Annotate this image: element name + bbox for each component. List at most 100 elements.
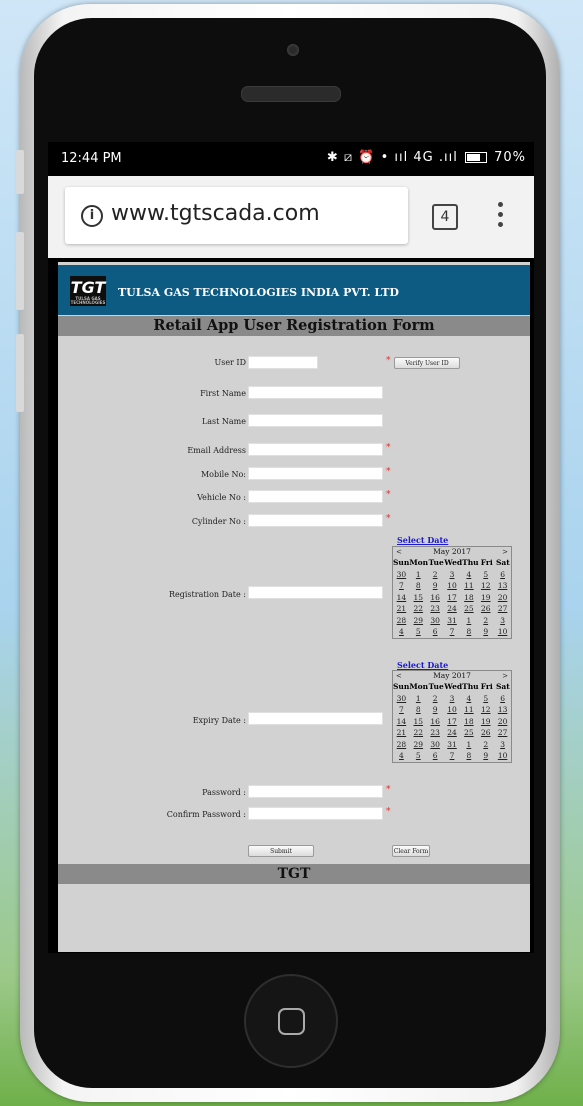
password-input[interactable] (248, 785, 383, 798)
calendar-day[interactable]: 10 (444, 704, 461, 716)
home-button[interactable] (244, 974, 338, 1068)
calendar-day[interactable]: 16 (427, 592, 444, 604)
calendar-day[interactable]: 19 (477, 592, 494, 604)
calendar-day[interactable]: 25 (460, 727, 477, 739)
calendar-day[interactable]: 5 (410, 750, 427, 762)
calendar-day[interactable]: 2 (477, 615, 494, 627)
expiry-prev-month-icon[interactable]: < (396, 671, 402, 681)
calendar-day[interactable]: 2 (427, 569, 444, 581)
info-icon[interactable]: i (81, 205, 103, 227)
calendar-day[interactable]: 22 (410, 727, 427, 739)
calendar-day[interactable]: 3 (494, 739, 511, 751)
calendar-day[interactable]: 15 (410, 716, 427, 728)
registration-date-input[interactable] (248, 586, 383, 599)
calendar-day[interactable]: 2 (477, 739, 494, 751)
calendar-day[interactable]: 29 (410, 739, 427, 751)
calendar-day[interactable]: 4 (460, 693, 477, 705)
calendar-day[interactable]: 3 (444, 569, 461, 581)
calendar-day[interactable]: 8 (460, 626, 477, 638)
calendar-day[interactable]: 29 (410, 615, 427, 627)
calendar-day[interactable]: 30 (427, 615, 444, 627)
calendar-day[interactable]: 28 (393, 615, 410, 627)
calendar-day[interactable]: 25 (460, 603, 477, 615)
calendar-day[interactable]: 11 (460, 704, 477, 716)
calendar-day[interactable]: 27 (494, 603, 511, 615)
calendar-day[interactable]: 13 (494, 580, 511, 592)
calendar-day[interactable]: 5 (477, 693, 494, 705)
calendar-day[interactable]: 6 (427, 750, 444, 762)
calendar-day[interactable]: 1 (410, 693, 427, 705)
calendar-day[interactable]: 6 (494, 693, 511, 705)
calendar-day[interactable]: 10 (444, 580, 461, 592)
calendar-day[interactable]: 24 (444, 727, 461, 739)
calendar-day[interactable]: 17 (444, 592, 461, 604)
calendar-day[interactable]: 23 (427, 603, 444, 615)
calendar-day[interactable]: 1 (460, 739, 477, 751)
calendar-day[interactable]: 30 (393, 693, 410, 705)
calendar-day[interactable]: 4 (393, 750, 410, 762)
clear-form-button[interactable]: Clear Form (392, 845, 430, 857)
calendar-day[interactable]: 1 (460, 615, 477, 627)
expiry-date-input[interactable] (248, 712, 383, 725)
calendar-day[interactable]: 8 (410, 580, 427, 592)
last-name-input[interactable] (248, 414, 383, 427)
calendar-day[interactable]: 17 (444, 716, 461, 728)
calendar-day[interactable]: 16 (427, 716, 444, 728)
calendar-day[interactable]: 21 (393, 603, 410, 615)
calendar-day[interactable]: 30 (427, 739, 444, 751)
calendar-day[interactable]: 12 (477, 580, 494, 592)
calendar-day[interactable]: 24 (444, 603, 461, 615)
calendar-day[interactable]: 19 (477, 716, 494, 728)
user-id-input[interactable] (248, 356, 318, 369)
calendar-day[interactable]: 4 (393, 626, 410, 638)
calendar-day[interactable]: 13 (494, 704, 511, 716)
calendar-day[interactable]: 4 (460, 569, 477, 581)
calendar-day[interactable]: 9 (477, 750, 494, 762)
calendar-day[interactable]: 5 (477, 569, 494, 581)
calendar-day[interactable]: 2 (427, 693, 444, 705)
verify-user-id-button[interactable]: Verify User ID (394, 357, 460, 369)
calendar-day[interactable]: 10 (494, 626, 511, 638)
confirm-password-input[interactable] (248, 807, 383, 820)
calendar-day[interactable]: 9 (477, 626, 494, 638)
calendar-day[interactable]: 18 (460, 716, 477, 728)
calendar-day[interactable]: 9 (427, 580, 444, 592)
calendar-day[interactable]: 28 (393, 739, 410, 751)
first-name-input[interactable] (248, 386, 383, 399)
tab-switcher-icon[interactable]: 4 (432, 204, 458, 230)
calendar-day[interactable]: 6 (427, 626, 444, 638)
calendar-day[interactable]: 27 (494, 727, 511, 739)
registration-select-date-link[interactable]: Select Date (397, 535, 448, 545)
calendar-day[interactable]: 11 (460, 580, 477, 592)
calendar-day[interactable]: 3 (494, 615, 511, 627)
calendar-day[interactable]: 23 (427, 727, 444, 739)
calendar-day[interactable]: 8 (460, 750, 477, 762)
cylinder-input[interactable] (248, 514, 383, 527)
calendar-day[interactable]: 6 (494, 569, 511, 581)
address-bar[interactable]: i www.tgtscada.com (65, 187, 408, 244)
calendar-day[interactable]: 31 (444, 615, 461, 627)
calendar-day[interactable]: 15 (410, 592, 427, 604)
submit-button[interactable]: Submit (248, 845, 314, 857)
calendar-day[interactable]: 26 (477, 727, 494, 739)
registration-prev-month-icon[interactable]: < (396, 547, 402, 557)
calendar-day[interactable]: 20 (494, 592, 511, 604)
calendar-day[interactable]: 14 (393, 592, 410, 604)
calendar-day[interactable]: 7 (393, 704, 410, 716)
calendar-day[interactable]: 26 (477, 603, 494, 615)
mobile-input[interactable] (248, 467, 383, 480)
calendar-day[interactable]: 20 (494, 716, 511, 728)
calendar-day[interactable]: 3 (444, 693, 461, 705)
calendar-day[interactable]: 18 (460, 592, 477, 604)
calendar-day[interactable]: 7 (444, 626, 461, 638)
calendar-day[interactable]: 21 (393, 727, 410, 739)
calendar-day[interactable]: 7 (393, 580, 410, 592)
calendar-day[interactable]: 10 (494, 750, 511, 762)
calendar-day[interactable]: 8 (410, 704, 427, 716)
calendar-day[interactable]: 5 (410, 626, 427, 638)
calendar-day[interactable]: 31 (444, 739, 461, 751)
calendar-day[interactable]: 30 (393, 569, 410, 581)
expiry-next-month-icon[interactable]: > (502, 671, 508, 681)
calendar-day[interactable]: 14 (393, 716, 410, 728)
calendar-day[interactable]: 9 (427, 704, 444, 716)
